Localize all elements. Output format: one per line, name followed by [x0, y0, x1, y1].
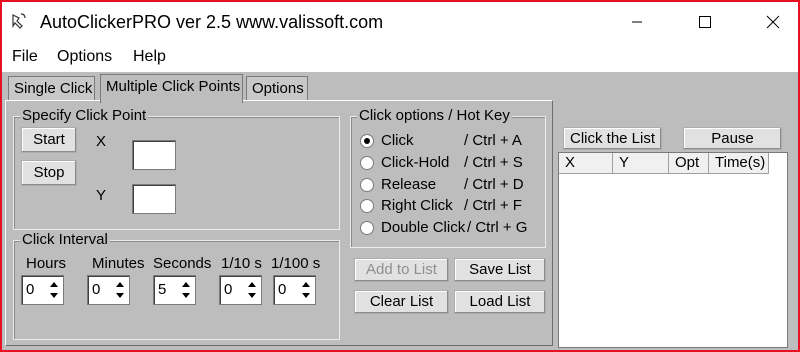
tenths-label: 1/10 s: [221, 255, 262, 272]
stop-button[interactable]: Stop: [21, 160, 77, 186]
app-window: AutoClickerPRO ver 2.5 www.valissoft.com…: [0, 0, 800, 352]
close-button[interactable]: [750, 2, 796, 42]
menu-options[interactable]: Options: [57, 48, 112, 66]
load-list-button[interactable]: Load List: [454, 290, 546, 314]
menu-help[interactable]: Help: [133, 48, 166, 66]
spin-arrows-icon[interactable]: [300, 279, 312, 301]
radio-right-click-hotkey: / Ctrl + F: [464, 197, 522, 214]
tab-options[interactable]: Options: [246, 76, 308, 101]
window-title: AutoClickerPRO ver 2.5 www.valissoft.com: [40, 12, 384, 32]
radio-click-hold-label: Click-Hold: [381, 154, 450, 171]
click-options-group: Click options / Hot Key Click / Ctrl + A…: [350, 107, 546, 248]
spin-arrows-icon[interactable]: [180, 279, 192, 301]
click-options-title: Click options / Hot Key: [357, 107, 512, 125]
hours-label: Hours: [26, 255, 67, 272]
tab-multiple-click-points[interactable]: Multiple Click Points: [100, 74, 243, 103]
click-the-list-button[interactable]: Click the List: [563, 127, 662, 150]
minutes-stepper[interactable]: 0: [87, 275, 130, 305]
column-header-y[interactable]: Y: [613, 153, 669, 174]
radio-button[interactable]: [360, 134, 374, 148]
radio-release-hotkey: / Ctrl + D: [464, 176, 524, 193]
radio-release-label: Release: [381, 176, 437, 193]
column-header-time[interactable]: Time(s): [709, 153, 769, 174]
radio-right-click[interactable]: Right Click / Ctrl + F: [360, 196, 544, 216]
click-interval-title: Click Interval: [20, 231, 110, 249]
click-point-group: Specify Click Point Start Stop X Y: [13, 107, 340, 230]
title-bar[interactable]: AutoClickerPRO ver 2.5 www.valissoft.com: [2, 2, 798, 42]
y-input[interactable]: [132, 184, 176, 214]
spin-arrows-icon[interactable]: [48, 279, 60, 301]
minimize-button[interactable]: [614, 2, 660, 42]
column-header-x[interactable]: X: [559, 153, 613, 174]
close-icon: [766, 15, 780, 29]
click-points-list[interactable]: X Y Opt Time(s): [558, 152, 788, 348]
maximize-icon: [699, 16, 711, 28]
minutes-label: Minutes: [92, 255, 145, 272]
menu-bar: File Options Help: [2, 44, 798, 72]
radio-click-label: Click: [381, 132, 414, 149]
clear-list-button[interactable]: Clear List: [354, 290, 449, 314]
minutes-value: 0: [92, 281, 101, 298]
x-label: X: [96, 133, 107, 150]
tenths-stepper[interactable]: 0: [219, 275, 262, 305]
radio-selected-dot: [364, 138, 370, 144]
pause-button[interactable]: Pause: [683, 127, 782, 150]
spin-arrows-icon[interactable]: [114, 279, 126, 301]
add-to-list-button[interactable]: Add to List: [354, 258, 449, 282]
radio-double-click[interactable]: Double Click / Ctrl + G: [360, 218, 544, 238]
radio-button[interactable]: [360, 156, 374, 170]
seconds-value: 5: [158, 281, 167, 298]
y-label: Y: [96, 187, 107, 204]
radio-release[interactable]: Release / Ctrl + D: [360, 175, 544, 195]
radio-click-hotkey: / Ctrl + A: [464, 132, 522, 149]
radio-button[interactable]: [360, 199, 374, 213]
radio-button[interactable]: [360, 221, 374, 235]
radio-click[interactable]: Click / Ctrl + A: [360, 131, 544, 151]
column-header-opt[interactable]: Opt: [669, 153, 709, 174]
click-interval-group: Click Interval Hours Minutes Seconds 1/1…: [13, 231, 340, 340]
save-list-button[interactable]: Save List: [454, 258, 546, 282]
click-point-title: Specify Click Point: [20, 107, 149, 125]
hours-value: 0: [26, 281, 35, 298]
menu-file[interactable]: File: [12, 48, 38, 66]
hundredths-value: 0: [278, 281, 287, 298]
client-area: Single Click Multiple Click Points Optio…: [2, 72, 798, 350]
tenths-value: 0: [224, 281, 233, 298]
hours-stepper[interactable]: 0: [21, 275, 64, 305]
hundredths-stepper[interactable]: 0: [273, 275, 316, 305]
radio-right-click-label: Right Click: [381, 197, 453, 214]
x-input[interactable]: [132, 140, 176, 170]
radio-double-click-label: Double Click: [381, 219, 466, 236]
radio-click-hold-hotkey: / Ctrl + S: [464, 154, 523, 171]
minimize-icon: [632, 21, 642, 23]
radio-double-click-hotkey: / Ctrl + G: [467, 219, 528, 236]
seconds-stepper[interactable]: 5: [153, 275, 196, 305]
mouse-icon: [12, 13, 26, 29]
seconds-label: Seconds: [153, 255, 212, 272]
tab-single-click[interactable]: Single Click: [8, 76, 95, 101]
hundredths-label: 1/100 s: [271, 255, 321, 272]
spin-arrows-icon[interactable]: [246, 279, 258, 301]
radio-button[interactable]: [360, 178, 374, 192]
maximize-button[interactable]: [682, 2, 728, 42]
radio-click-hold[interactable]: Click-Hold / Ctrl + S: [360, 153, 544, 173]
start-button[interactable]: Start: [21, 127, 77, 153]
